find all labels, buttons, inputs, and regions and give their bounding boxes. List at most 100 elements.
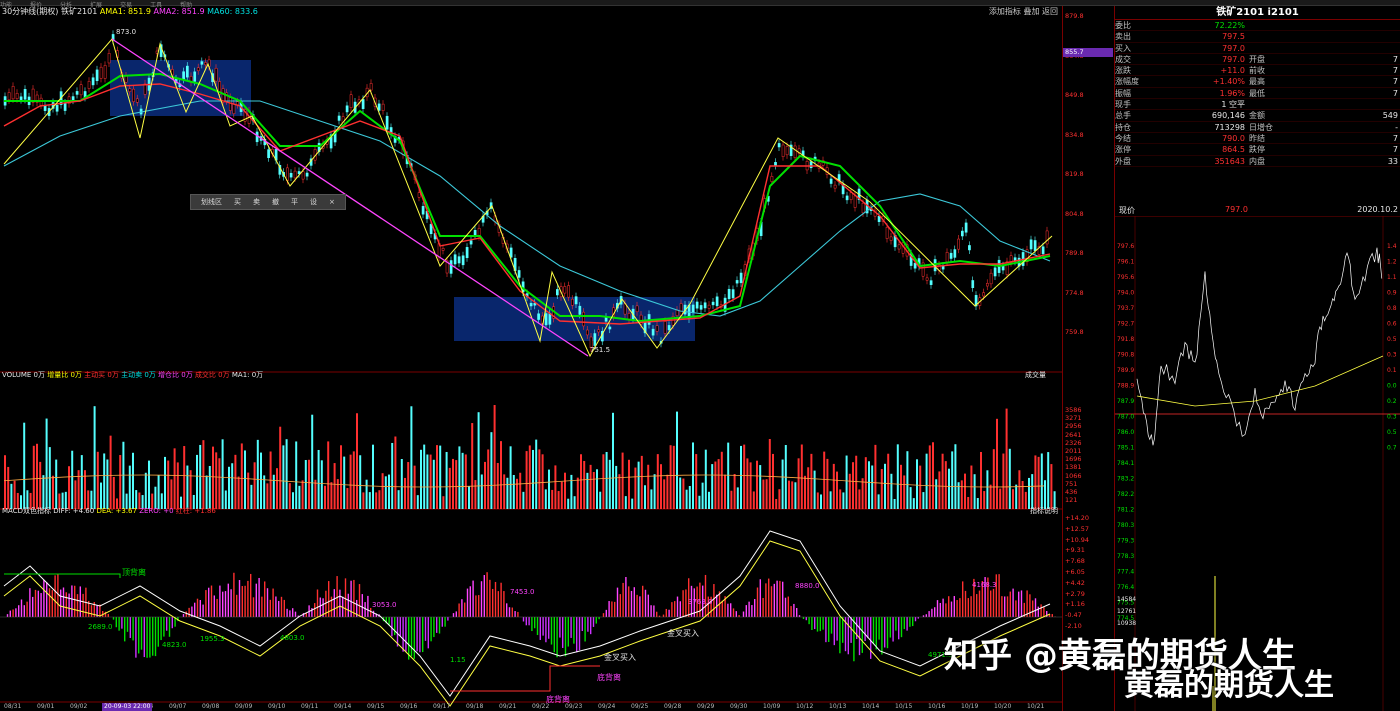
chart-area[interactable]: 30分钟线(期权) 铁矿2101 AMA1: 851.9 AMA2: 851.9… — [0, 6, 1062, 711]
volume-bar — [477, 412, 480, 509]
volume-bar — [608, 459, 611, 509]
draw-toolbar[interactable]: 划线区 买 卖 撤 平 设 × — [190, 194, 346, 210]
intraday-right-tick-3: 0.9 — [1387, 290, 1397, 297]
macd-bar — [998, 574, 1000, 617]
volume-bar — [842, 492, 845, 509]
toolbar-cancel[interactable]: 撤 — [272, 197, 279, 207]
macd-bar — [564, 617, 567, 657]
toolbar-settings[interactable]: 设 — [310, 197, 317, 207]
volume-bar — [820, 494, 822, 509]
candle-body — [55, 104, 59, 112]
candle-body — [593, 333, 597, 346]
macd-bar — [51, 590, 53, 617]
macd-bar — [26, 601, 28, 617]
volume-bar — [740, 445, 742, 509]
volume-bar — [336, 479, 339, 509]
volume-bar — [519, 472, 522, 509]
toolbar-sell[interactable]: 卖 — [253, 197, 260, 207]
candle-body — [417, 192, 421, 198]
volume-bar — [807, 467, 810, 509]
volume-bar — [39, 461, 42, 509]
volume-bar — [490, 432, 493, 509]
volume-bar — [708, 491, 710, 509]
quote-cell-v: +11.0 — [1220, 66, 1245, 76]
candle-body — [655, 325, 659, 332]
quote-cell-v2 — [1285, 43, 1400, 53]
volume-bar — [423, 444, 426, 509]
volume-bar — [228, 466, 230, 509]
macd-bar — [992, 588, 995, 617]
volume-bar — [583, 460, 586, 509]
volume-bar — [224, 490, 227, 509]
volume-bar — [999, 488, 1002, 509]
volume-bar — [775, 498, 778, 509]
macd-annot-value-1: 2689.0 — [88, 623, 113, 631]
volume-right-label[interactable]: 成交量 — [1025, 370, 1046, 380]
candle-body — [703, 302, 707, 309]
volume-bar — [1044, 480, 1046, 509]
candle-body — [182, 71, 185, 80]
macd-dea: DEA: +3.67 — [96, 507, 137, 515]
macd-bar — [264, 581, 266, 617]
volume-tick-0: 3586 — [1065, 406, 1082, 414]
quote-cell-l: 成交 — [1115, 54, 1131, 64]
volume-bar — [944, 461, 947, 509]
watermark-weibo: 黄磊的期货人生 — [1124, 668, 1334, 703]
macd-bar — [759, 579, 761, 617]
macd-bar — [928, 611, 930, 617]
candle-body — [196, 67, 200, 71]
volume-bar — [797, 458, 800, 509]
volume-bar — [624, 496, 627, 509]
volume-bar — [650, 489, 653, 509]
macd-bar — [900, 617, 903, 638]
toolbar-buy[interactable]: 买 — [234, 197, 241, 207]
quote-cell-l2 — [1245, 20, 1285, 30]
macd-bar — [347, 593, 349, 617]
intraday-price: 797.0 — [1225, 205, 1248, 214]
volume-bar — [765, 479, 768, 509]
macd-annot-value-7: 8880.0 — [795, 582, 820, 590]
candle-body — [99, 66, 103, 79]
quote-cell-v2: 7 — [1392, 88, 1398, 98]
macd-bar — [74, 585, 76, 617]
close-icon[interactable]: × — [329, 198, 335, 206]
intraday-tick-12: 786.0 — [1117, 429, 1134, 436]
candle-body — [63, 102, 67, 111]
date-tick-30: 10/20 — [994, 703, 1012, 710]
macd-bar — [1001, 596, 1003, 617]
intraday-right-tick-5: 0.6 — [1387, 321, 1397, 328]
volume-bar — [311, 414, 314, 509]
candle-body — [465, 247, 469, 259]
macd-bar — [836, 617, 838, 641]
volume-bar — [884, 463, 886, 509]
macd-bar — [738, 615, 740, 617]
candle-body — [509, 247, 513, 258]
intraday-tick-10: 787.9 — [1117, 398, 1134, 405]
candle-body — [87, 81, 91, 89]
volume-bar — [52, 475, 54, 509]
macd-bar — [12, 609, 14, 617]
volume-item-5: MA1: 0万 — [231, 371, 264, 379]
volume-bar — [404, 477, 406, 509]
macd-bar — [508, 607, 511, 617]
macd-bar — [118, 617, 120, 631]
macd-bar — [506, 603, 508, 617]
volume-bar — [96, 451, 99, 509]
candle-body — [770, 176, 774, 182]
macd-bar — [948, 596, 950, 617]
candle-body — [571, 298, 574, 306]
volume-bar — [128, 465, 131, 509]
volume-bar — [864, 457, 867, 509]
macd-bar — [166, 617, 168, 631]
candle-body — [19, 96, 23, 100]
volume-bar — [381, 473, 384, 509]
volume-bar — [880, 469, 883, 509]
toolbar-draw[interactable]: 划线区 — [201, 197, 222, 207]
volume-bar — [698, 495, 701, 509]
toolbar-close-position[interactable]: 平 — [291, 197, 298, 207]
macd-right-label[interactable]: 指标说明 — [1030, 506, 1058, 516]
macd-bar — [598, 617, 600, 620]
quote-rows: 委比 72.22% 卖出 797.5 买入 797.0 成交 797.0 开盘 7 涨跌 +11.0 前… — [1115, 20, 1400, 167]
macd-bar — [361, 594, 363, 617]
volume-bar — [13, 480, 16, 509]
